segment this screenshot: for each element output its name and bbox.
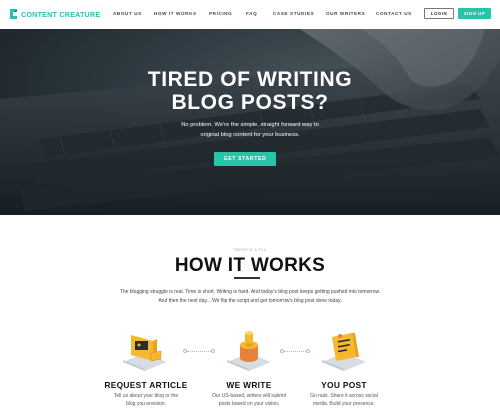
you-post-icon [322, 333, 366, 371]
nav-link-pricing[interactable]: PRICING [209, 11, 232, 16]
login-button[interactable]: LOGIN [424, 8, 454, 19]
hero-title: TIRED OF WRITING BLOG POSTS? [0, 68, 500, 114]
step-desc-you-post: Go nuts. Share it across social media. B… [289, 393, 399, 408]
step-desc-line-1: Tell us about your blog or the [113, 393, 179, 399]
description-line-1: The blogging struggle is real. Time is s… [119, 289, 381, 295]
step-desc-line-1: Our US-based, writers will submit [212, 393, 286, 399]
description-line-2: And then the next day... We flip the scr… [158, 298, 342, 304]
step-desc-line-2: blog you envision. [125, 400, 167, 407]
nav-link-how-it-works[interactable]: HOW IT WORKS [154, 11, 197, 16]
nav-link-case-studies[interactable]: CASE STUDIES [273, 11, 314, 16]
step-desc-line-2: posts based on your vision. [218, 400, 280, 407]
top-nav: CONTENT CREATURE ABOUT US HOW IT WORKS P… [0, 0, 500, 29]
title-underline [234, 277, 260, 279]
step-desc-we-write: Our US-based, writers will submit posts … [194, 393, 304, 408]
connector-dot [306, 349, 310, 353]
hero-subtitle-line-1: No problem. We're the simple, straight f… [181, 122, 319, 128]
hero-section: TIRED OF WRITING BLOG POSTS? No problem.… [0, 29, 500, 215]
nav-link-about-us[interactable]: ABOUT US [113, 11, 142, 16]
step-title-request-article: REQUEST ARTICLE [104, 380, 188, 390]
how-it-works-description: The blogging struggle is real. Time is s… [0, 288, 500, 306]
signup-button[interactable]: SIGN UP [458, 8, 491, 19]
hero-subtitle-line-2: original blog content for your business. [200, 132, 300, 138]
section-eyebrow: THERE'S A FIX [233, 248, 267, 252]
step-title-you-post: YOU POST [321, 380, 367, 390]
hero-title-line-1: TIRED OF WRITING [147, 68, 353, 91]
hero-subtitle: No problem. We're the simple, straight f… [0, 120, 500, 140]
connector-dot [211, 349, 215, 353]
step-title-we-write: WE WRITE [226, 380, 272, 390]
connector-line [187, 351, 213, 352]
step-desc-line-2: media. Build your presence. [313, 400, 375, 407]
nav-link-contact-us[interactable]: CONTACT US [376, 11, 412, 16]
connector-line [284, 351, 308, 352]
step-desc-line-1: Go nuts. Share it across social [310, 393, 378, 399]
we-write-icon [227, 331, 271, 371]
logo-text: CONTENT CREATURE [21, 9, 101, 19]
request-article-icon [123, 335, 167, 371]
logo[interactable]: CONTENT CREATURE [9, 8, 100, 20]
hero-title-line-2: BLOG POSTS? [171, 91, 329, 114]
step-desc-request-article: Tell us about your blog or the blog you … [91, 393, 201, 408]
nav-link-faq[interactable]: FAQ [246, 11, 257, 16]
logo-mark-icon [10, 9, 17, 19]
how-it-works-title: HOW IT WORKS [174, 255, 326, 276]
nav-link-our-writers[interactable]: OUR WRITERS [326, 11, 365, 16]
get-started-button[interactable]: GET STARTED [214, 152, 276, 166]
